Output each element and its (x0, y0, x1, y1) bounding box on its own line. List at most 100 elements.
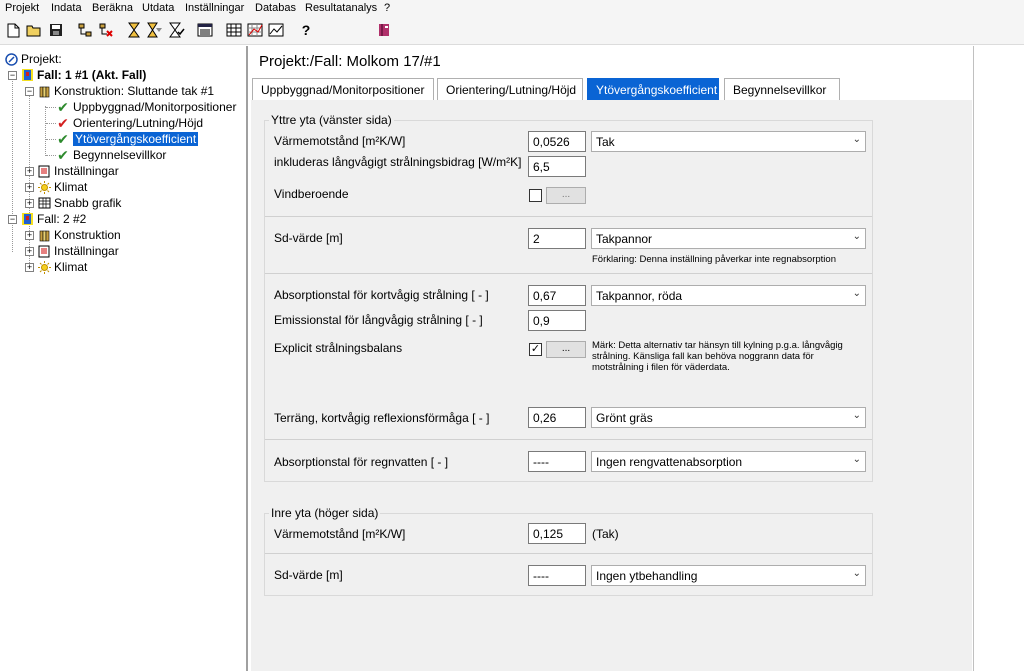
menu-help[interactable]: ? (384, 2, 390, 14)
chart-check-icon[interactable] (267, 21, 285, 39)
rain-select[interactable]: Ingen rengvattenabsorption ⌄ (591, 451, 866, 472)
outer-longwave-input[interactable]: 6,5 (528, 156, 586, 177)
tree-item-initial-label: Begynnelsevillkor (73, 148, 167, 162)
tree-settings1[interactable]: Inställningar (37, 163, 119, 179)
rain-select-value: Ingen rengvattenabsorption (596, 455, 743, 469)
tree-remove-icon[interactable] (97, 21, 115, 39)
outer-resistance-label: Värmemotstånd [m²K/W] (274, 134, 406, 148)
wind-label: Vindberoende (274, 187, 349, 201)
tree-root[interactable]: Projekt: (4, 51, 62, 67)
expand-climate1-toggle[interactable]: + (25, 183, 34, 192)
menu-installningar[interactable]: Inställningar (185, 2, 244, 14)
toolbar: ? (0, 17, 1024, 45)
explicit-radiation-dots-button[interactable]: ... (546, 341, 586, 358)
inner-sd-label: Sd-värde [m] (274, 568, 343, 582)
terrain-select-value: Grönt gräs (596, 411, 653, 425)
explicit-radiation-checkbox[interactable]: ✓ (529, 343, 542, 356)
sd-explanation-note: Förklaring: Denna inställning påverkar i… (592, 254, 836, 265)
tree-case2-label: Fall: 2 #2 (37, 212, 87, 226)
check-icon: ✔ (57, 146, 69, 163)
menu-utdata[interactable]: Utdata (142, 2, 174, 14)
absorption-select-value: Takpannor, röda (596, 289, 683, 303)
expand-construction1-toggle[interactable]: − (25, 87, 34, 96)
tree-quickgraph[interactable]: Snabb grafik (37, 195, 121, 211)
save-icon[interactable] (47, 21, 65, 39)
expand-construction2-toggle[interactable]: + (25, 231, 34, 240)
outer-resistance-input[interactable]: 0,0526 (528, 131, 586, 152)
tree-item-build[interactable]: ✔ Uppbyggnad/Monitorpositioner (56, 99, 236, 115)
tree-climate1-label: Klimat (54, 180, 88, 194)
tree-item-initial[interactable]: ✔ Begynnelsevillkor (56, 147, 166, 163)
wind-dots-button[interactable]: ... (546, 187, 586, 204)
chevron-down-icon: ⌄ (852, 568, 861, 579)
grid-icon[interactable] (225, 21, 243, 39)
expand-settings2-toggle[interactable]: + (25, 247, 34, 256)
inner-sd-input[interactable]: ---- (528, 565, 586, 586)
emission-input[interactable]: 0,9 (528, 310, 586, 331)
menu-databas[interactable]: Databas (255, 2, 296, 14)
new-document-icon[interactable] (4, 21, 22, 39)
tree-settings2[interactable]: Inställningar (37, 243, 119, 259)
absorption-select[interactable]: Takpannor, röda ⌄ (591, 285, 866, 306)
tree-climate1[interactable]: Klimat (37, 179, 87, 195)
expand-quickgraph-toggle[interactable]: + (25, 199, 34, 208)
expand-case1-toggle[interactable]: − (8, 71, 17, 80)
tree-climate2[interactable]: Klimat (37, 259, 87, 275)
tab-surface[interactable]: Ytövergångskoefficient (587, 78, 719, 100)
inner-sd-select[interactable]: Ingen ytbehandling ⌄ (591, 565, 866, 586)
outer-sd-input[interactable]: 2 (528, 228, 586, 249)
inner-resistance-text: (Tak) (592, 527, 619, 541)
outer-sd-select[interactable]: Takpannor ⌄ (591, 228, 866, 249)
table-grid-icon (37, 196, 51, 210)
tab-initial[interactable]: Begynnelsevillkor (724, 78, 840, 100)
tree-construction2[interactable]: Konstruktion (37, 227, 121, 243)
expand-case2-toggle[interactable]: − (8, 215, 17, 224)
outer-sd-label: Sd-värde [m] (274, 231, 343, 245)
tree-construction2-label: Konstruktion (54, 228, 121, 242)
tree-case1[interactable]: Fall: 1 #1 (Akt. Fall) (20, 67, 146, 83)
terrain-input[interactable]: 0,26 (528, 407, 586, 428)
absorption-input[interactable]: 0,67 (528, 285, 586, 306)
page-title: Projekt:/Fall: Molkom 17/#1 (259, 53, 441, 70)
menu-resultatanalys[interactable]: Resultatanalys (305, 2, 377, 14)
menu-projekt[interactable]: Projekt (5, 2, 39, 14)
tree-item-surface-label: Ytövergångskoefficient (73, 132, 199, 146)
tree-case1-label: Fall: 1 #1 (Akt. Fall) (37, 68, 147, 82)
book-icon[interactable] (375, 21, 393, 39)
expand-climate2-toggle[interactable]: + (25, 263, 34, 272)
tree-item-surface[interactable]: ✔ Ytövergångskoefficient (56, 130, 199, 147)
tree-construction1-label: Konstruktion: Sluttande tak #1 (54, 84, 215, 98)
chart-grid-icon[interactable] (246, 21, 264, 39)
outer-resistance-select[interactable]: Tak ⌄ (591, 131, 866, 152)
tree-case2[interactable]: Fall: 2 #2 (20, 211, 86, 227)
wind-checkbox[interactable] (529, 189, 542, 202)
hourglass-icon[interactable] (125, 21, 143, 39)
hourglass-check-icon[interactable] (168, 21, 186, 39)
help-icon[interactable]: ? (297, 21, 315, 39)
terrain-label: Terräng, kortvågig reflexionsförmåga [ -… (274, 411, 490, 425)
tab-build[interactable]: Uppbyggnad/Monitorpositioner (252, 78, 434, 100)
outer-sd-select-value: Takpannor (596, 232, 653, 246)
menu-indata[interactable]: Indata (51, 2, 82, 14)
tree-settings2-label: Inställningar (54, 244, 119, 258)
rain-input[interactable]: ---- (528, 451, 586, 472)
menu-berakna[interactable]: Beräkna (92, 2, 133, 14)
tab-orient[interactable]: Orientering/Lutning/Höjd (437, 78, 583, 100)
tree-item-orient[interactable]: ✔ Orientering/Lutning/Höjd (56, 115, 203, 131)
expand-settings1-toggle[interactable]: + (25, 167, 34, 176)
divider (265, 553, 872, 554)
tree-construction1[interactable]: Konstruktion: Sluttande tak #1 (37, 83, 214, 99)
settings-doc-icon (37, 164, 51, 178)
list-window-icon[interactable] (196, 21, 214, 39)
hourglass-multi-icon[interactable] (146, 21, 164, 39)
outer-resistance-select-value: Tak (596, 135, 615, 149)
tree-add-icon[interactable] (76, 21, 94, 39)
inner-resistance-input[interactable]: 0,125 (528, 523, 586, 544)
open-folder-icon[interactable] (25, 21, 43, 39)
check-icon: ✔ (57, 130, 69, 147)
terrain-select[interactable]: Grönt gräs ⌄ (591, 407, 866, 428)
tree-settings1-label: Inställningar (54, 164, 119, 178)
rain-label: Absorptionstal för regnvatten [ - ] (274, 455, 449, 469)
check-red-icon: ✔ (57, 114, 69, 131)
divider (265, 273, 872, 274)
